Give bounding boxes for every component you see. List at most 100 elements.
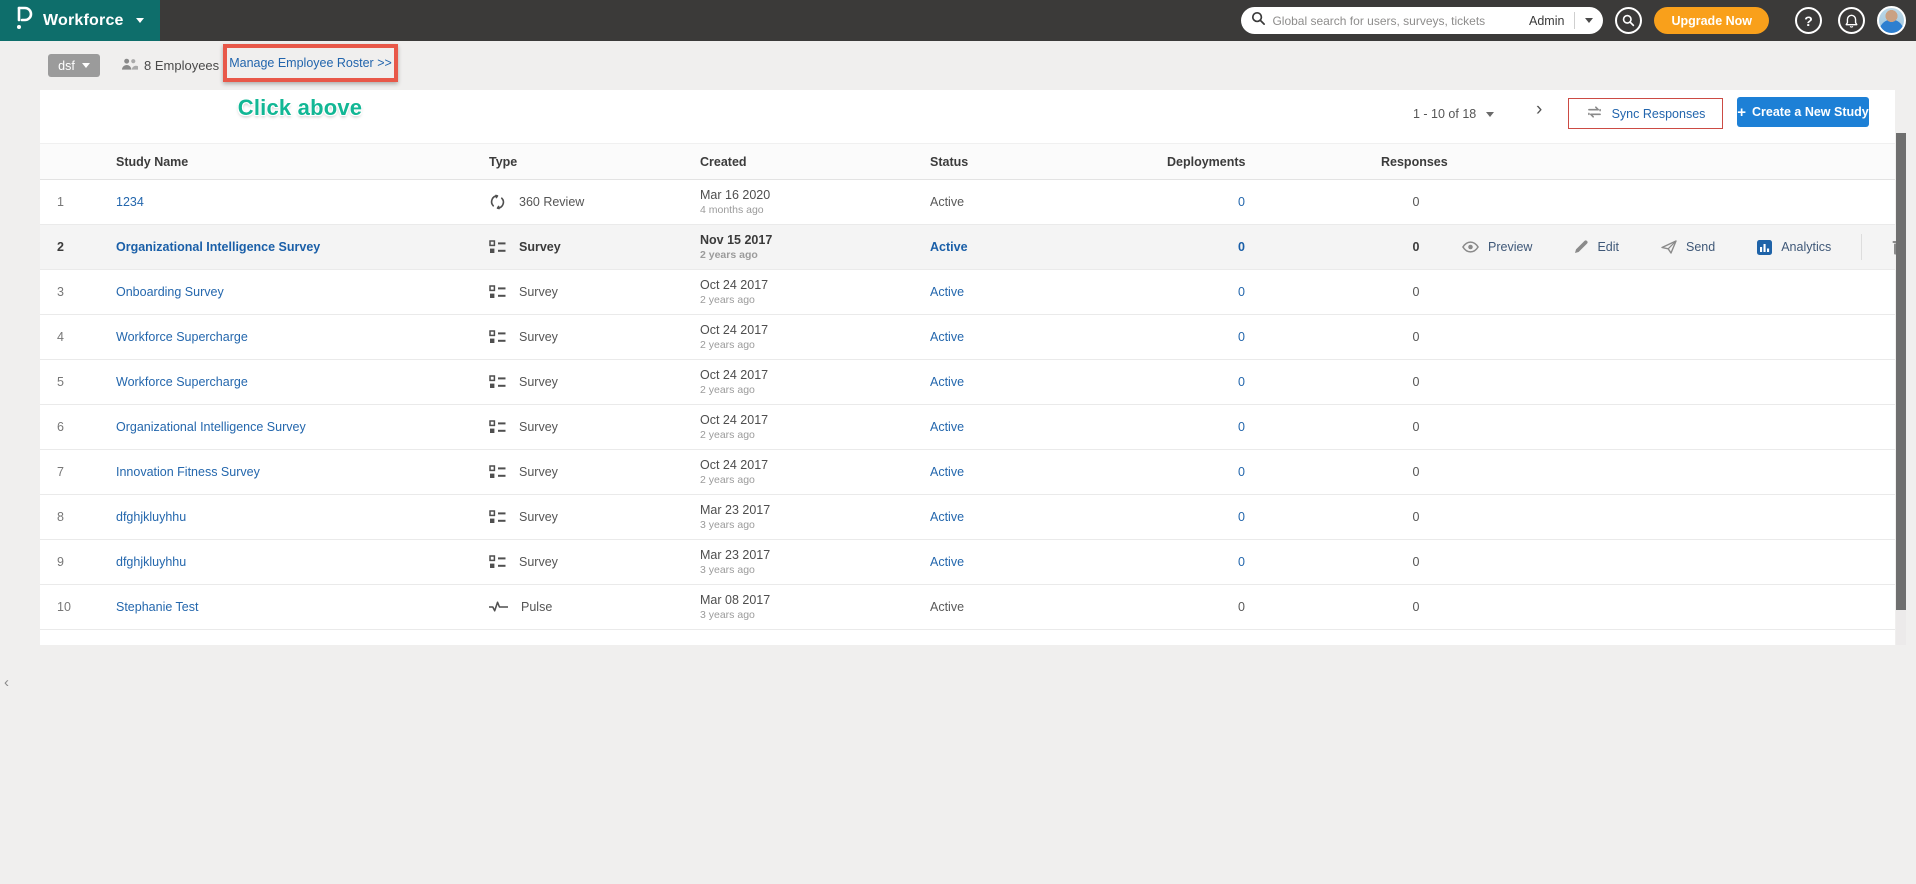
deployments-link[interactable]: 0 bbox=[1238, 555, 1245, 569]
sync-responses-button[interactable]: Sync Responses bbox=[1568, 98, 1723, 129]
created-date: Oct 24 2017 bbox=[700, 458, 769, 472]
created-ago: 2 years ago bbox=[700, 474, 755, 486]
send-button[interactable]: Send bbox=[1661, 240, 1715, 254]
created-ago: 3 years ago bbox=[700, 519, 755, 531]
study-name-link[interactable]: Organizational Intelligence Survey bbox=[116, 420, 306, 434]
next-page-button[interactable]: › bbox=[1536, 99, 1542, 121]
table-row[interactable]: 6 Organizational Intelligence Survey Sur… bbox=[40, 405, 1895, 450]
table-row[interactable]: 5 Workforce Supercharge Survey Oct 24 20… bbox=[40, 360, 1895, 405]
table-row[interactable]: 3 Onboarding Survey Survey Oct 24 2017 2… bbox=[40, 270, 1895, 315]
list-icon bbox=[489, 419, 506, 435]
status-text: Active bbox=[930, 510, 965, 524]
search-scope-caret[interactable] bbox=[1575, 7, 1603, 34]
global-search-input[interactable] bbox=[1266, 13, 1519, 28]
chevron-down-icon bbox=[81, 63, 90, 68]
table-row[interactable]: 7 Innovation Fitness Survey Survey Oct 2… bbox=[40, 450, 1895, 495]
deployments-link[interactable]: 0 bbox=[1238, 375, 1245, 389]
help-button[interactable]: ? bbox=[1795, 7, 1822, 34]
study-name-link[interactable]: 1234 bbox=[116, 195, 144, 209]
collapse-panel-chevron[interactable]: ‹ bbox=[4, 674, 9, 691]
deployments-link[interactable]: 0 bbox=[1238, 240, 1245, 254]
click-above-annotation: Click above bbox=[237, 95, 363, 120]
upgrade-button[interactable]: Upgrade Now bbox=[1654, 7, 1769, 34]
notifications-button[interactable] bbox=[1838, 7, 1865, 34]
table-body: 1 1234 360 Review Mar 16 2020 4 months a… bbox=[40, 180, 1906, 630]
preview-button[interactable]: Preview bbox=[1462, 240, 1532, 254]
created-date: Mar 23 2017 bbox=[700, 503, 771, 517]
study-type-label: Survey bbox=[519, 420, 558, 434]
list-icon bbox=[489, 330, 506, 343]
pagination[interactable]: 1 - 10 of 18 bbox=[1413, 107, 1495, 121]
table-row[interactable]: 1 1234 360 Review Mar 16 2020 4 months a… bbox=[40, 180, 1895, 225]
scrollbar-thumb[interactable] bbox=[1896, 133, 1906, 610]
team-selector[interactable]: dsf bbox=[48, 54, 100, 77]
deployments-link[interactable]: 0 bbox=[1238, 285, 1245, 299]
deployments-link[interactable]: 0 bbox=[1238, 420, 1245, 434]
search-button[interactable] bbox=[1615, 7, 1643, 34]
created-ago: 2 years ago bbox=[700, 249, 758, 261]
list-icon bbox=[489, 420, 506, 433]
created-date: Oct 24 2017 bbox=[700, 278, 769, 292]
manage-roster-link[interactable]: Manage Employee Roster >> bbox=[229, 56, 392, 70]
table-scrollbar[interactable] bbox=[1896, 133, 1906, 645]
study-name-link[interactable]: Workforce Supercharge bbox=[116, 375, 248, 389]
actions-divider bbox=[1861, 234, 1863, 260]
study-name-link[interactable]: dfghjkluyhhu bbox=[116, 555, 186, 569]
table-row[interactable]: 10 Stephanie Test Pulse Mar 08 2017 3 ye… bbox=[40, 585, 1895, 630]
preview-label: Preview bbox=[1488, 240, 1533, 254]
sync-arrows-icon bbox=[1586, 105, 1603, 122]
deployments-link[interactable]: 0 bbox=[1238, 465, 1245, 479]
header-study-name: Study Name bbox=[116, 154, 189, 169]
list-icon bbox=[489, 285, 506, 298]
list-icon bbox=[489, 555, 506, 568]
header-type: Type bbox=[489, 154, 518, 169]
sync-responses-label: Sync Responses bbox=[1611, 106, 1706, 121]
responses-count: 0 bbox=[1412, 555, 1420, 569]
search-icon bbox=[1251, 11, 1266, 31]
paper-plane-icon bbox=[1661, 240, 1677, 254]
user-avatar[interactable] bbox=[1877, 6, 1906, 35]
study-type-label: Survey bbox=[519, 465, 558, 479]
study-name-link[interactable]: dfghjkluyhhu bbox=[116, 510, 186, 524]
created-date: Mar 16 2020 bbox=[700, 188, 771, 202]
list-icon bbox=[489, 374, 506, 390]
responses-count: 0 bbox=[1412, 420, 1420, 434]
product-switcher[interactable]: Workforce bbox=[0, 0, 160, 41]
created-ago: 4 months ago bbox=[700, 204, 764, 216]
team-selector-value: dsf bbox=[58, 58, 75, 73]
deployments-link[interactable]: 0 bbox=[1238, 600, 1245, 614]
study-name-link[interactable]: Onboarding Survey bbox=[116, 285, 224, 299]
search-scope-select[interactable]: Admin bbox=[1519, 12, 1576, 29]
responses-count: 0 bbox=[1412, 240, 1420, 254]
created-ago: 2 years ago bbox=[700, 384, 755, 396]
table-row[interactable]: 4 Workforce Supercharge Survey Oct 24 20… bbox=[40, 315, 1895, 360]
chevron-down-icon bbox=[135, 18, 144, 23]
row-index: 9 bbox=[57, 555, 64, 569]
table-row[interactable]: 2 Organizational Intelligence Survey Sur… bbox=[40, 225, 1906, 270]
created-date: Oct 24 2017 bbox=[700, 413, 769, 427]
edit-button[interactable]: Edit bbox=[1574, 240, 1619, 254]
qualtrics-p-icon bbox=[13, 5, 33, 36]
study-name-link[interactable]: Stephanie Test bbox=[116, 600, 198, 614]
row-index: 4 bbox=[57, 330, 64, 344]
deployments-link[interactable]: 0 bbox=[1238, 195, 1245, 209]
study-name-link[interactable]: Innovation Fitness Survey bbox=[116, 465, 260, 479]
deployments-link[interactable]: 0 bbox=[1238, 510, 1245, 524]
row-index: 7 bbox=[57, 465, 64, 479]
created-ago: 2 years ago bbox=[700, 294, 755, 306]
header-status: Status bbox=[930, 154, 969, 169]
list-icon bbox=[489, 239, 506, 255]
study-name-link[interactable]: Organizational Intelligence Survey bbox=[116, 240, 320, 254]
analytics-button[interactable]: Analytics bbox=[1757, 239, 1831, 255]
deployments-link[interactable]: 0 bbox=[1238, 330, 1245, 344]
global-search[interactable]: Admin bbox=[1241, 7, 1604, 34]
study-type-label: Survey bbox=[519, 285, 558, 299]
study-name-link[interactable]: Workforce Supercharge bbox=[116, 330, 248, 344]
study-type-label: 360 Review bbox=[519, 195, 585, 209]
table-row[interactable]: 8 dfghjkluyhhu Survey Mar 23 2017 3 year… bbox=[40, 495, 1895, 540]
study-type-label: Survey bbox=[519, 240, 561, 254]
table-row[interactable]: 9 dfghjkluyhhu Survey Mar 23 2017 3 year… bbox=[40, 540, 1895, 585]
created-ago: 2 years ago bbox=[700, 339, 755, 351]
row-index: 1 bbox=[57, 195, 64, 209]
create-study-button[interactable]: + Create a New Study bbox=[1737, 97, 1869, 127]
